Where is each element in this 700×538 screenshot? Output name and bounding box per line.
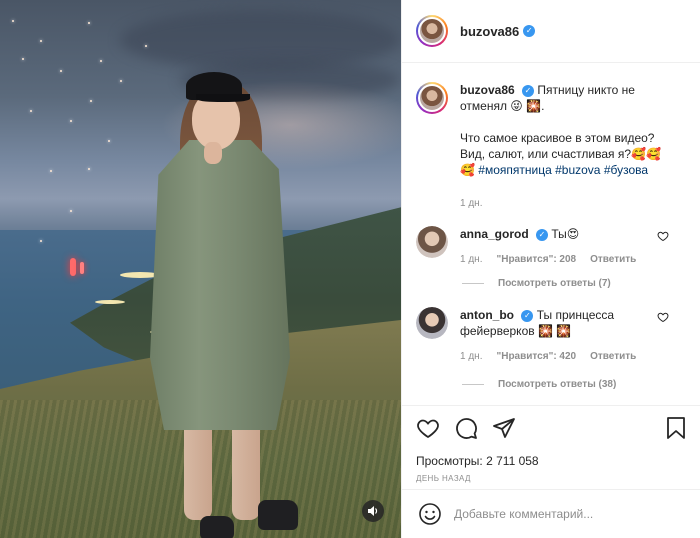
firework-flare	[80, 262, 84, 274]
author-username[interactable]: buzova86	[460, 24, 519, 39]
verified-badge-icon: ✓	[523, 25, 536, 37]
post-caption: buzova86 ✓ Пятницу никто не отменял 😜 🎇.…	[416, 82, 687, 212]
firework-spark	[90, 100, 92, 102]
caption-avatar[interactable]	[416, 82, 448, 114]
hashtag-link[interactable]: #мояпятница	[478, 163, 551, 177]
share-paper-plane-icon[interactable]	[492, 416, 516, 440]
verified-badge-icon: ✓	[522, 84, 535, 97]
firework-spark	[100, 60, 102, 62]
comment-bubble-icon[interactable]	[454, 416, 478, 440]
comment-likes[interactable]: "Нравится": 208	[496, 252, 576, 268]
firework-spark	[50, 170, 52, 172]
comment-item: anna_gorod ✓ Ты😍 1 дн. "Нравится": 208 О…	[416, 226, 687, 268]
caption-username[interactable]: buzova86	[460, 83, 515, 97]
verified-badge-icon: ✓	[521, 309, 534, 322]
reply-button[interactable]: Ответить	[590, 252, 636, 268]
view-replies-button[interactable]: Посмотреть ответы (38)	[462, 379, 687, 390]
firework-flare	[70, 258, 76, 276]
firework-spark	[88, 168, 90, 170]
firework-spark	[60, 70, 62, 72]
firework-spark	[30, 110, 32, 112]
reply-button[interactable]: Ответить	[590, 349, 636, 365]
town-lights	[95, 300, 125, 304]
post-video[interactable]	[0, 0, 401, 538]
bookmark-icon[interactable]	[665, 416, 687, 440]
add-comment-bar: Добавьте комментарий...	[402, 489, 700, 538]
woman-figure	[140, 70, 300, 538]
commenter-avatar[interactable]	[416, 226, 448, 258]
emoji-smiley-icon[interactable]	[418, 502, 442, 526]
caption-text: отменял 😜 🎇.	[460, 99, 545, 113]
comment-text: Ты😍	[551, 227, 580, 241]
caption-text: Пятницу никто не	[537, 83, 635, 97]
post-sidebar: buzova86 ✓ buzova86 ✓ Пятницу никто не о…	[401, 0, 700, 538]
post-header: buzova86 ✓	[402, 0, 700, 63]
sound-toggle-button[interactable]	[362, 500, 384, 522]
firework-spark	[40, 40, 42, 42]
comment-text: Ты принцесса	[536, 308, 615, 322]
comments-list[interactable]: buzova86 ✓ Пятницу никто не отменял 😜 🎇.…	[402, 64, 700, 404]
caption-text: Что самое красивое в этом видео?	[460, 131, 655, 145]
post-actions: Просмотры: 2 711 058 ДЕНЬ НАЗАД	[402, 405, 700, 483]
comment-like-icon[interactable]	[657, 311, 669, 326]
caption-emoji: 🥰	[460, 163, 475, 177]
firework-spark	[88, 22, 90, 24]
firework-spark	[70, 210, 72, 212]
comment-text: фейерверков 🎇 🎇	[460, 324, 572, 338]
firework-spark	[120, 80, 122, 82]
posted-time[interactable]: ДЕНЬ НАЗАД	[416, 474, 687, 483]
views-number: 2 711 058	[486, 454, 539, 468]
firework-spark	[108, 140, 110, 142]
speaker-icon	[368, 506, 378, 516]
caption-text: Вид, салют, или счастливая я?🥰🥰	[460, 147, 661, 161]
comment-time[interactable]: 1 дн.	[460, 349, 482, 365]
firework-spark	[70, 120, 72, 122]
commenter-username[interactable]: anton_bo	[460, 308, 514, 322]
views-label: Просмотры:	[416, 454, 483, 468]
author-avatar[interactable]	[416, 15, 448, 47]
caption-time[interactable]: 1 дн.	[460, 196, 482, 212]
comment-item: anton_bo ✓ Ты принцесса фейерверков 🎇 🎇 …	[416, 307, 687, 365]
views-count[interactable]: Просмотры: 2 711 058	[416, 454, 687, 468]
firework-spark	[145, 45, 147, 47]
like-heart-icon[interactable]	[416, 416, 440, 440]
firework-spark	[40, 240, 42, 242]
comment-likes[interactable]: "Нравится": 420	[496, 349, 576, 365]
commenter-avatar[interactable]	[416, 307, 448, 339]
hashtag-link[interactable]: #buzova	[555, 163, 600, 177]
comment-time[interactable]: 1 дн.	[460, 252, 482, 268]
firework-spark	[12, 20, 14, 22]
comment-input[interactable]: Добавьте комментарий...	[454, 507, 593, 521]
firework-spark	[22, 58, 24, 60]
verified-badge-icon: ✓	[536, 228, 549, 241]
commenter-username[interactable]: anna_gorod	[460, 227, 529, 241]
view-replies-label: Посмотреть ответы (38)	[498, 379, 617, 390]
comment-like-icon[interactable]	[657, 230, 669, 245]
view-replies-label: Посмотреть ответы (7)	[498, 278, 611, 289]
view-replies-button[interactable]: Посмотреть ответы (7)	[462, 278, 687, 289]
hashtag-link[interactable]: #бузова	[604, 163, 648, 177]
